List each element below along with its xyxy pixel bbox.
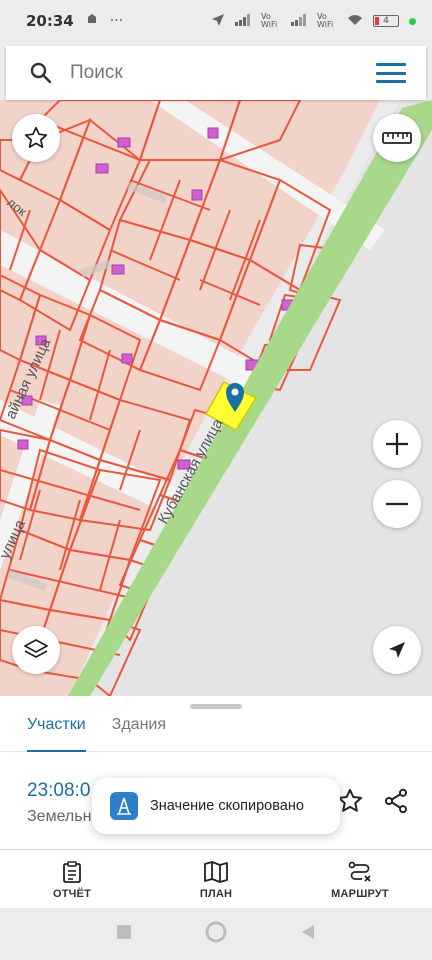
navigation-arrow-icon	[389, 642, 405, 658]
favorite-button[interactable]	[12, 114, 60, 162]
search-input[interactable]	[70, 62, 340, 84]
search-icon	[28, 60, 54, 86]
system-navigation-bar	[0, 908, 432, 960]
location-arrow-icon	[211, 13, 225, 30]
layers-button[interactable]	[12, 626, 60, 674]
nav-route[interactable]: МАРШРУТ	[288, 852, 432, 908]
nav-report-label: ОТЧЁТ	[52, 888, 92, 900]
map-plan-icon	[204, 861, 228, 883]
zoom-out-button[interactable]	[373, 480, 421, 528]
ruler-button[interactable]	[373, 114, 421, 162]
route-icon	[348, 861, 371, 882]
copied-toast: Значение скопировано	[92, 778, 340, 834]
square-icon	[117, 924, 131, 939]
toast-message: Значение скопировано	[150, 798, 304, 814]
star-outline-icon	[24, 126, 48, 148]
report-icon	[63, 861, 81, 883]
battery-icon: 4	[373, 15, 399, 27]
bottom-navigation: ОТЧЁТ ПЛАН МАРШРУТ	[0, 852, 432, 908]
map-canvas[interactable]: Кубанская улица айная улица улица лок	[0, 100, 432, 696]
status-time: 20:34	[26, 12, 74, 30]
cadastral-map[interactable]: Кубанская улица айная улица улица лок	[0, 100, 432, 696]
recents-button[interactable]	[115, 923, 133, 946]
wifi-icon	[347, 14, 363, 29]
star-outline-icon	[337, 788, 363, 812]
circle-home-icon	[205, 921, 227, 942]
ruler-icon	[382, 132, 412, 144]
parcel-cadastral-number[interactable]: 23:08:0	[27, 780, 90, 802]
nav-plan-label: ПЛАН	[199, 888, 233, 900]
vowifi-label-2: Vo WiFi	[317, 12, 334, 29]
tab-buildings[interactable]: Здания	[112, 710, 166, 751]
sheet-tabs: Участки Здания	[0, 710, 432, 752]
battery-level: 4	[383, 16, 389, 26]
nav-route-label: МАРШРУТ	[331, 888, 389, 900]
back-triangle-icon	[302, 924, 314, 939]
layers-icon	[24, 639, 48, 658]
tab-parcels[interactable]: Участки	[27, 710, 86, 752]
more-dots-icon: ···	[109, 13, 124, 29]
back-button[interactable]	[299, 923, 317, 946]
hamburger-menu-icon[interactable]	[376, 60, 406, 86]
zoom-in-button[interactable]	[373, 420, 421, 468]
minus-icon	[386, 502, 408, 506]
signal-icon	[235, 13, 251, 29]
add-favorite-button[interactable]	[336, 787, 366, 817]
app-logo-icon	[110, 792, 138, 820]
my-location-button[interactable]	[373, 626, 421, 674]
share-icon	[384, 788, 408, 814]
plus-icon	[386, 433, 408, 455]
home-button[interactable]	[205, 921, 227, 948]
search-bar[interactable]	[6, 46, 426, 100]
status-dot-icon	[409, 17, 416, 25]
signal-icon-2	[291, 13, 307, 29]
nav-plan[interactable]: ПЛАН	[144, 852, 288, 908]
share-button[interactable]	[382, 787, 412, 817]
nav-report[interactable]: ОТЧЁТ	[0, 852, 144, 908]
notification-icon	[86, 13, 98, 29]
status-bar: 20:34 ··· Vo WiFi Vo WiFi 4	[0, 0, 432, 42]
sheet-drag-handle[interactable]	[190, 704, 242, 709]
vowifi-label: Vo WiFi	[261, 12, 278, 29]
parcel-type: Земельн	[27, 808, 92, 825]
